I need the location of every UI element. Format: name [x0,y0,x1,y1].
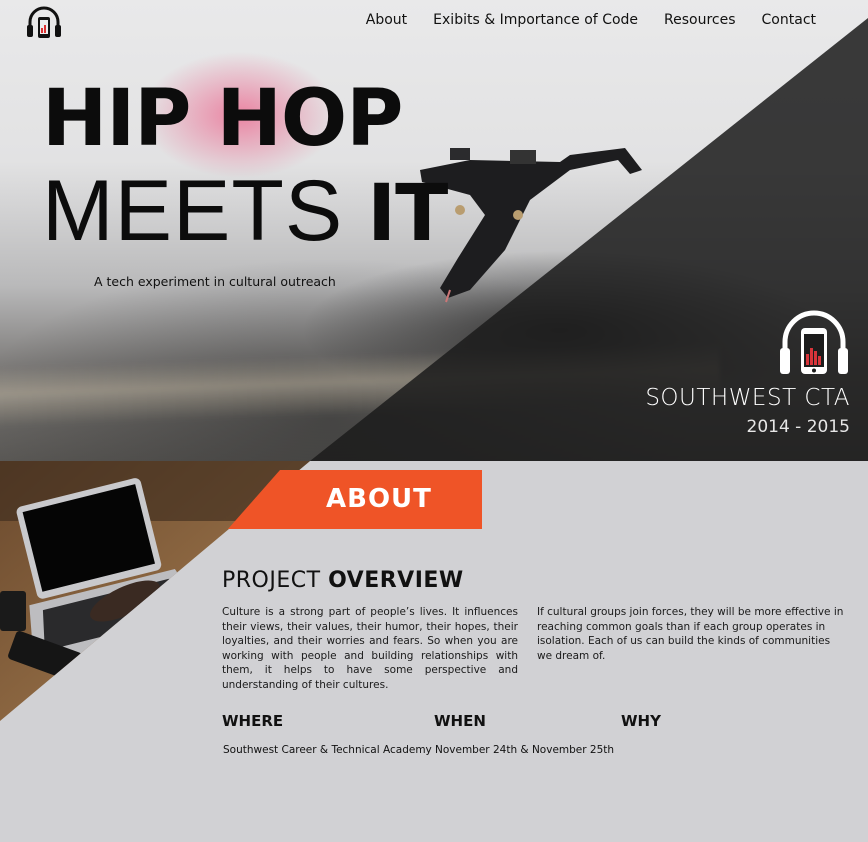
hero-title-it: IT [367,169,448,259]
project-overview-heading: PROJECT OVERVIEW [222,568,464,593]
hero-title-meets: MEETS [42,163,344,259]
school-name: SOUTHWEST CTA [645,385,850,411]
where-heading: WHERE [222,712,284,730]
hero-section: About Exibits & Importance of Code Resou… [0,0,868,461]
nav-resources[interactable]: Resources [664,12,736,28]
nav-about[interactable]: About [366,12,407,28]
overview-paragraph-2: If cultural groups join forces, they wil… [537,606,844,662]
overview-paragraph-1: Culture is a strong part of people’s liv… [222,606,518,691]
hero-tagline: A tech experiment in cultural outreach [94,274,336,289]
when-heading: WHEN [434,712,486,730]
about-banner-label: ABOUT [326,484,432,514]
why-heading: WHY [621,712,661,730]
hero-title-line2: MEETS IT [42,168,448,254]
nav-exhibits[interactable]: Exibits & Importance of Code [433,12,638,28]
nav-contact[interactable]: Contact [762,12,816,28]
main-nav: About Exibits & Importance of Code Resou… [366,12,816,28]
hero-title-line1: HIP HOP [42,74,403,164]
headphones-phone-icon [780,310,848,374]
school-years: 2014 - 2015 [746,417,850,437]
overview-heading-bold: OVERVIEW [328,568,464,593]
overview-heading-light: PROJECT [222,568,321,593]
where-value: Southwest Career & Technical Academy [223,744,432,756]
when-value: November 24th & November 25th [435,744,615,756]
headphones-logo-icon[interactable] [26,5,62,39]
